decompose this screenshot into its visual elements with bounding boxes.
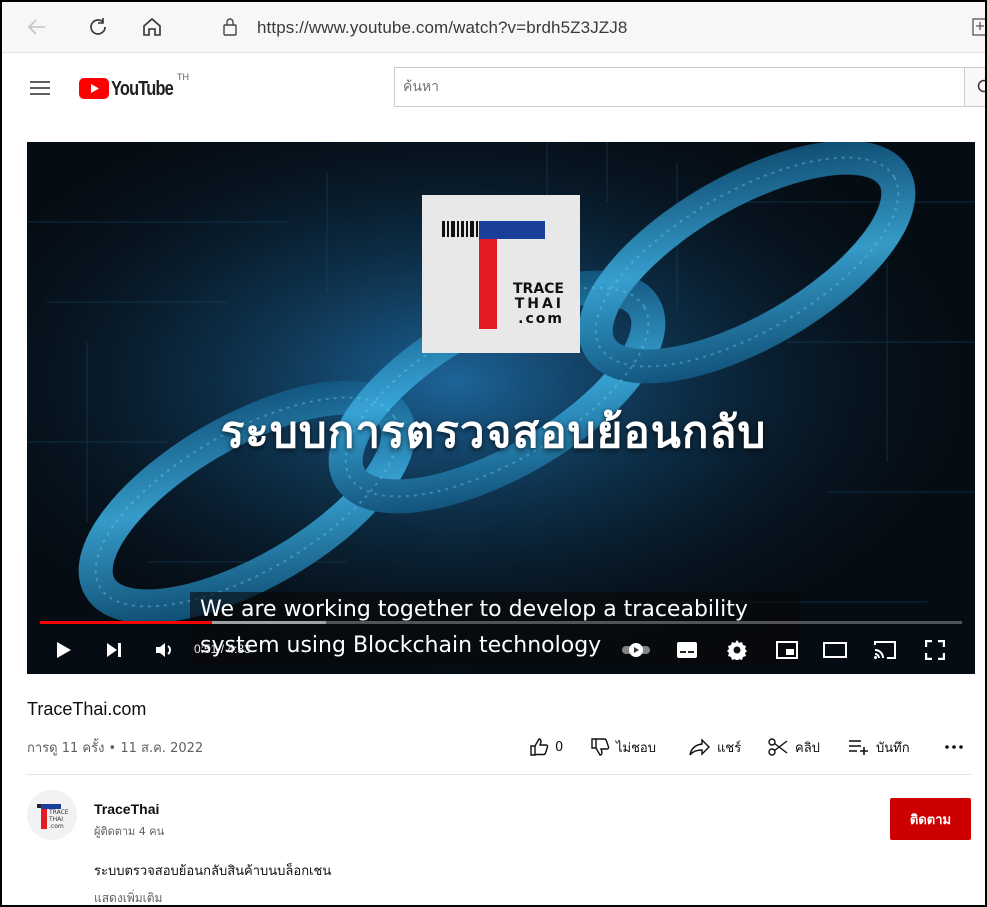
search-icon <box>977 79 985 93</box>
search-button[interactable] <box>964 67 985 107</box>
theater-mode-button[interactable] <box>822 636 848 664</box>
avatar-text: TRACE THAI .com <box>49 809 69 830</box>
home-icon[interactable] <box>139 14 165 40</box>
menu-icon[interactable] <box>29 79 51 102</box>
caption-box: We are working together to develop a tra… <box>190 592 800 664</box>
video-logo-line: .com <box>518 311 564 327</box>
view-count-date: การดู 11 ครั้ง • 11 ส.ค. 2022 <box>27 741 204 756</box>
channel-avatar[interactable]: TRACE THAI .com <box>27 790 77 840</box>
save-label: บันทึก <box>876 740 910 756</box>
play-button[interactable] <box>52 636 76 664</box>
clip-button[interactable]: คลิป <box>767 736 820 758</box>
clip-label: คลิป <box>795 740 820 756</box>
thumbs-up-icon <box>530 738 549 756</box>
caption-line: system using Blockchain technology <box>200 633 602 658</box>
search-box <box>394 67 964 107</box>
video-logo-line: TRACE <box>512 281 564 297</box>
next-icon <box>107 643 121 657</box>
autoplay-toggle[interactable] <box>622 636 652 664</box>
cast-button[interactable] <box>872 636 898 664</box>
search-input[interactable] <box>395 68 964 106</box>
autoplay-toggle-icon <box>622 643 650 657</box>
tracethai-video-logo <box>422 195 580 353</box>
scissors-icon <box>768 738 788 756</box>
dislike-label: ไม่ชอบ <box>616 740 656 756</box>
avatar-text-line: TRACE <box>49 809 69 816</box>
browser-window: https://www.youtube.com/watch?v=brdh5Z3J… <box>0 0 987 907</box>
back-arrow-icon[interactable] <box>24 14 50 40</box>
browser-toolbar: https://www.youtube.com/watch?v=brdh5Z3J… <box>2 2 985 53</box>
video-overlay-title: ระบบการตรวจสอบย้อนกลับ <box>220 407 767 458</box>
progress-bar[interactable] <box>40 621 962 624</box>
address-bar[interactable]: https://www.youtube.com/watch?v=brdh5Z3J… <box>257 18 627 38</box>
add-to-playlist-icon <box>849 740 868 755</box>
share-icon <box>689 738 710 756</box>
more-actions-button[interactable] <box>944 736 970 758</box>
like-button[interactable]: 0 <box>529 736 563 758</box>
country-code: TH <box>177 72 189 82</box>
gear-icon <box>727 640 747 660</box>
progress-played <box>40 621 213 624</box>
avatar-text-line: .com <box>49 823 64 830</box>
subtitles-button[interactable] <box>674 636 700 664</box>
video-logo-line: THAI <box>514 296 564 312</box>
add-tab-icon[interactable] <box>968 14 985 40</box>
volume-icon <box>156 643 171 657</box>
like-count: 0 <box>555 739 564 755</box>
miniplayer-icon <box>776 641 798 659</box>
avatar-text-line: THAI <box>49 816 64 823</box>
video-logo-text: TRACE THAI .com <box>502 282 564 327</box>
thumbs-down-icon <box>591 738 610 756</box>
miniplayer-button[interactable] <box>774 636 800 664</box>
channel-name[interactable]: TraceThai <box>94 801 159 817</box>
reload-icon[interactable] <box>85 14 111 40</box>
cast-icon <box>874 641 896 659</box>
subtitles-icon <box>677 642 697 658</box>
play-icon <box>57 642 71 658</box>
next-button[interactable] <box>102 636 126 664</box>
theater-icon <box>823 642 847 658</box>
share-label: แชร์ <box>717 740 742 756</box>
subscriber-count: ผู้ติดตาม 4 คน <box>94 825 165 838</box>
video-description: ระบบตรวจสอบย้อนกลับสินค้าบนบล็อกเชน <box>94 864 332 879</box>
volume-button[interactable] <box>152 636 178 664</box>
show-more-link[interactable]: แสดงเพิ่มเติม <box>94 889 162 905</box>
section-divider <box>27 774 972 775</box>
lock-icon[interactable] <box>217 14 243 40</box>
more-horizontal-icon <box>945 745 963 749</box>
save-button[interactable]: บันทึก <box>848 736 910 758</box>
fullscreen-icon <box>925 640 945 660</box>
share-button[interactable]: แชร์ <box>689 736 741 758</box>
youtube-logo-icon[interactable] <box>79 78 109 104</box>
video-title: TraceThai.com <box>27 699 147 719</box>
time-display: 0:51 / 4:33 <box>194 642 251 656</box>
youtube-wordmark[interactable]: YouTube <box>111 78 174 101</box>
fullscreen-button[interactable] <box>922 636 948 664</box>
dislike-button[interactable]: ไม่ชอบ <box>590 736 656 758</box>
subscribe-button[interactable]: ติดตาม <box>890 798 971 840</box>
settings-button[interactable] <box>724 636 750 664</box>
